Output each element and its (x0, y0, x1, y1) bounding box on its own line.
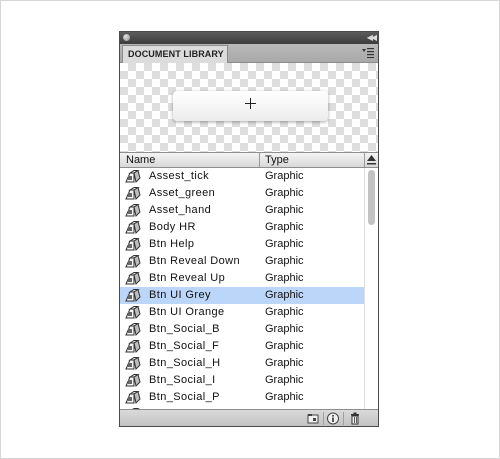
item-type: Graphic (265, 238, 304, 250)
properties-icon[interactable] (326, 412, 340, 425)
graphic-symbol-icon (125, 203, 141, 217)
list-item[interactable]: Btn Reveal Up Graphic (120, 270, 364, 287)
graphic-symbol-icon (125, 356, 141, 370)
library-column-header: Name Type (120, 152, 378, 168)
document-library-panel: ◀◀ DOCUMENT LIBRARY Name Type Assest_tic… (119, 31, 379, 427)
graphic-symbol-icon (125, 220, 141, 234)
item-name: Asset_green (149, 187, 216, 199)
item-name: Btn UI Grey (149, 289, 211, 301)
new-folder-icon[interactable] (306, 412, 320, 425)
list-item[interactable]: Btn_Social_F Graphic (120, 338, 364, 355)
list-item[interactable]: Asset_hand Graphic (120, 202, 364, 219)
delete-icon[interactable] (348, 412, 362, 425)
item-name: Btn Help (149, 238, 195, 250)
list-item[interactable]: Btn UI Grey Graphic (120, 287, 364, 304)
item-type: Graphic (265, 306, 304, 318)
item-type: Graphic (265, 340, 304, 352)
vertical-scrollbar[interactable] (364, 168, 378, 410)
graphic-symbol-icon (125, 237, 141, 251)
item-type: Graphic (265, 221, 304, 233)
footer-divider (323, 412, 324, 425)
item-type: Graphic (265, 323, 304, 335)
item-name: Btn Reveal Up (149, 272, 226, 284)
panel-menu-icon[interactable] (362, 47, 374, 58)
list-item[interactable]: Btn Reveal Down Graphic (120, 253, 364, 270)
item-name: Assest_tick (149, 170, 210, 182)
list-item[interactable]: Btn_Social_H Graphic (120, 355, 364, 372)
item-name: Body HR (149, 221, 196, 233)
item-name: Btn_Social_P (149, 391, 220, 403)
item-name: Btn_Social_F (149, 340, 220, 352)
graphic-symbol-icon (125, 169, 141, 183)
graphic-symbol-icon (125, 373, 141, 387)
preview-symbol (173, 91, 328, 121)
item-name: Btn_Social_I (149, 374, 216, 386)
graphic-symbol-icon (125, 186, 141, 200)
list-item[interactable]: Btn_Social_P Graphic (120, 389, 364, 406)
item-name: Btn_Social_H (149, 357, 221, 369)
item-name: Btn UI Orange (149, 306, 225, 318)
panel-footer (120, 409, 378, 426)
item-name: Asset_hand (149, 204, 212, 216)
item-name: Btn_Social_B (149, 323, 220, 335)
item-type: Graphic (265, 272, 304, 284)
item-type: Graphic (265, 357, 304, 369)
item-type: Graphic (265, 204, 304, 216)
graphic-symbol-icon (125, 322, 141, 336)
tab-document-library[interactable]: DOCUMENT LIBRARY (122, 45, 228, 63)
symbol-preview (120, 63, 378, 152)
graphic-symbol-icon (125, 254, 141, 268)
item-type: Graphic (265, 391, 304, 403)
list-item[interactable]: Btn_Social_B Graphic (120, 321, 364, 338)
item-type: Graphic (265, 289, 304, 301)
library-item-list[interactable]: Assest_tick Graphic Asset_green Graphic Asse… (120, 168, 364, 410)
footer-divider (343, 412, 344, 425)
list-item[interactable]: Body HR Graphic (120, 219, 364, 236)
item-name: Btn Reveal Down (149, 255, 240, 267)
graphic-symbol-icon (125, 339, 141, 353)
panel-titlebar[interactable]: ◀◀ (120, 32, 378, 44)
close-icon[interactable] (123, 34, 130, 41)
list-item[interactable]: Btn Help Graphic (120, 236, 364, 253)
registration-mark-icon (245, 98, 256, 109)
graphic-symbol-icon (125, 271, 141, 285)
item-type: Graphic (265, 187, 304, 199)
list-item[interactable]: Assest_tick Graphic (120, 168, 364, 185)
double-chevron-right-icon[interactable]: ◀◀ (367, 32, 377, 44)
panel-tabstrip: DOCUMENT LIBRARY (120, 44, 378, 63)
column-header-type[interactable]: Type (261, 153, 365, 167)
list-item[interactable]: Asset_green Graphic (120, 185, 364, 202)
column-header-name[interactable]: Name (120, 153, 260, 167)
sort-ascending-icon[interactable] (367, 155, 376, 165)
list-item[interactable]: Btn_Social_I Graphic (120, 372, 364, 389)
graphic-symbol-icon (125, 305, 141, 319)
item-type: Graphic (265, 374, 304, 386)
item-type: Graphic (265, 170, 304, 182)
scrollbar-thumb[interactable] (368, 170, 375, 225)
item-type: Graphic (265, 255, 304, 267)
graphic-symbol-icon (125, 288, 141, 302)
graphic-symbol-icon (125, 390, 141, 404)
list-item[interactable]: Btn UI Orange Graphic (120, 304, 364, 321)
